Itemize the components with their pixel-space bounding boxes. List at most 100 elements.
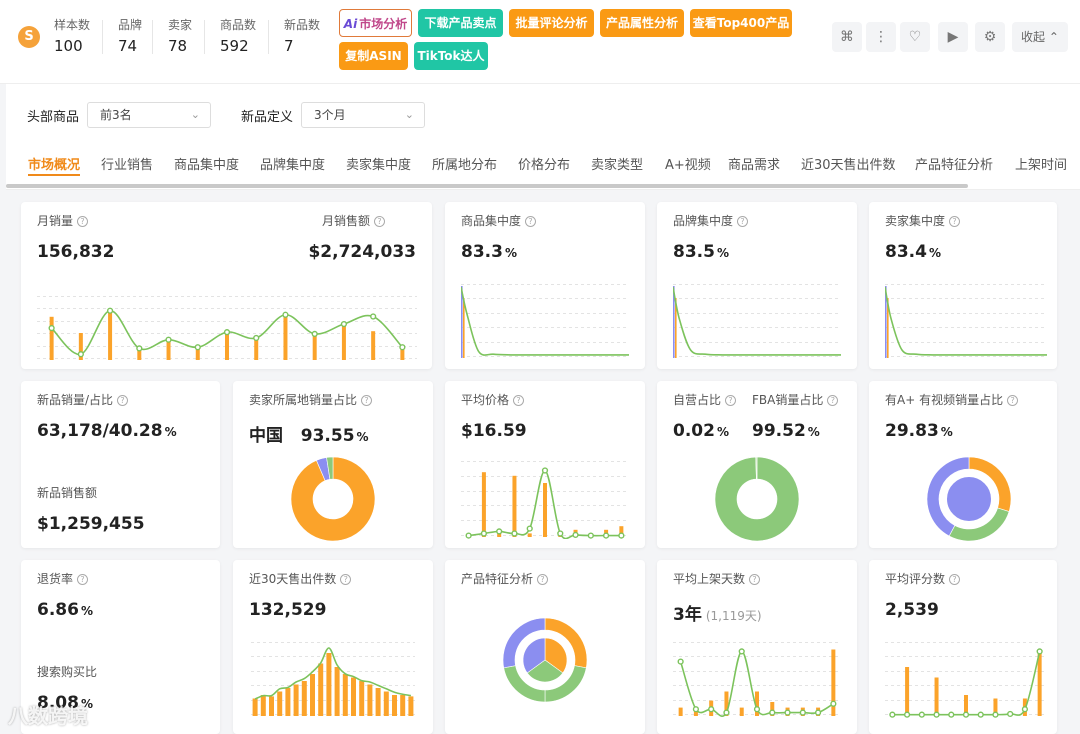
tab-seller-concentration[interactable]: 卖家集中度 bbox=[346, 154, 411, 173]
tab-bar: 市场概况 行业销售 商品集中度 品牌集中度 卖家集中度 所属地分布 价格分布 卖… bbox=[6, 144, 1080, 190]
download-selling-points-button[interactable]: 下载产品卖点 bbox=[418, 9, 503, 37]
tab-region-distribution[interactable]: 所属地分布 bbox=[432, 154, 497, 173]
chart-point bbox=[253, 334, 260, 342]
chart-point bbox=[1036, 648, 1043, 655]
chart-bar bbox=[326, 653, 332, 716]
chart-point bbox=[587, 532, 594, 539]
card-value: 83.5% bbox=[673, 242, 729, 262]
button-label: 市场分析 bbox=[359, 17, 408, 31]
card-title: 平均评分数? bbox=[885, 570, 961, 587]
tab-aplus-video[interactable]: A+视频 bbox=[665, 154, 711, 173]
chart-point bbox=[618, 532, 625, 539]
tab-listing-time[interactable]: 上架时间 bbox=[1015, 154, 1067, 173]
card-value: 83.3% bbox=[461, 242, 517, 262]
chart-point bbox=[526, 525, 533, 532]
ai-market-analysis-button[interactable]: Ai 市场分析 bbox=[339, 9, 412, 37]
tab-product-features[interactable]: 产品特征分析 bbox=[915, 154, 993, 173]
chart-point bbox=[465, 532, 472, 539]
new-product-def-select[interactable]: 3个月 ⌄ bbox=[301, 102, 425, 128]
tab-seller-type[interactable]: 卖家类型 bbox=[591, 154, 643, 173]
tab-product-concentration[interactable]: 商品集中度 bbox=[174, 154, 239, 173]
top-products-select[interactable]: 前3名 ⌄ bbox=[87, 102, 211, 128]
chart-point bbox=[933, 711, 940, 718]
card-title: 近30天售出件数? bbox=[249, 570, 352, 587]
chart-point bbox=[557, 530, 564, 537]
settings-icon[interactable]: ⚙ bbox=[975, 22, 1005, 52]
chart-bar bbox=[260, 695, 266, 716]
stat-value: 7 bbox=[284, 37, 294, 55]
chart-point bbox=[282, 311, 289, 318]
chart-bar bbox=[371, 331, 376, 360]
copy-asin-button[interactable]: 复制ASIN bbox=[339, 42, 408, 70]
card-title: 卖家所属地销量占比? bbox=[249, 391, 373, 408]
stat-value: 78 bbox=[168, 37, 188, 55]
product-attribute-analysis-button[interactable]: 产品属性分析 bbox=[600, 9, 684, 37]
chart-point bbox=[311, 330, 318, 338]
chart-point bbox=[753, 706, 761, 713]
chart-bar bbox=[367, 684, 373, 716]
new-product-def-label: 新品定义 bbox=[241, 110, 294, 125]
tab-product-demand[interactable]: 商品需求 bbox=[728, 154, 780, 173]
chart-point bbox=[992, 711, 999, 718]
card-value: 中国 93.55% bbox=[249, 426, 369, 446]
help-icon: ? bbox=[361, 395, 373, 406]
view-top400-button[interactable]: 查看Top400产品 bbox=[690, 9, 792, 37]
chart-point bbox=[106, 307, 114, 314]
card-value: 132,529 bbox=[249, 600, 327, 620]
stat-new-products: 新品数 7 bbox=[284, 16, 320, 55]
chart-point bbox=[784, 709, 791, 716]
collapse-label: 收起 bbox=[1021, 30, 1046, 44]
help-icon: ? bbox=[749, 574, 761, 585]
help-icon: ? bbox=[537, 574, 549, 585]
help-icon: ? bbox=[827, 395, 839, 406]
tab-market-overview[interactable]: 市场概况 bbox=[28, 154, 80, 173]
chart-bar bbox=[252, 698, 258, 716]
help-icon: ? bbox=[117, 395, 129, 406]
chart-line bbox=[254, 647, 412, 700]
stat-label: 品牌 bbox=[118, 18, 143, 32]
chart-point bbox=[799, 709, 806, 716]
stat-value: 74 bbox=[118, 37, 138, 55]
tiktok-influencer-button[interactable]: TikTok达人 bbox=[414, 42, 488, 70]
chart-point bbox=[1007, 710, 1014, 718]
chart-point bbox=[677, 658, 684, 665]
batch-review-analysis-button[interactable]: 批量评论分析 bbox=[509, 9, 594, 37]
heart-icon[interactable]: ♡ bbox=[900, 22, 930, 52]
tab-scrollbar[interactable] bbox=[6, 184, 968, 188]
logo-icon: S bbox=[18, 26, 40, 48]
chart-bar bbox=[383, 691, 389, 716]
chevron-up-icon: ⌃ bbox=[1048, 30, 1059, 44]
card-value: 83.4% bbox=[885, 242, 941, 262]
grid-icon[interactable]: ⌘ bbox=[832, 22, 862, 52]
tab-brand-concentration[interactable]: 品牌集中度 bbox=[260, 154, 325, 173]
play-icon[interactable]: ▶ bbox=[938, 22, 968, 52]
chart-point bbox=[962, 711, 970, 718]
monthly-sales-chart bbox=[37, 296, 417, 360]
chart-point bbox=[830, 700, 837, 707]
card-value: 156,832 bbox=[37, 242, 115, 262]
tab-sold-30d[interactable]: 近30天售出件数 bbox=[801, 154, 896, 173]
divider bbox=[102, 20, 103, 54]
card-value: 29.83% bbox=[885, 421, 953, 441]
avg-listing-days-chart bbox=[673, 642, 841, 718]
tab-industry-sales[interactable]: 行业销售 bbox=[101, 154, 153, 173]
card-avg-price: 平均价格? $16.59 bbox=[445, 381, 645, 548]
chart-point bbox=[814, 709, 822, 716]
chart-bar bbox=[351, 677, 356, 716]
chart-point bbox=[496, 528, 503, 535]
card-title: 卖家集中度? bbox=[885, 212, 961, 229]
stat-label: 新品数 bbox=[284, 18, 321, 32]
help-icon: ? bbox=[77, 216, 89, 227]
chart-bar bbox=[463, 298, 465, 358]
collapse-button[interactable]: 收起 ⌃ bbox=[1012, 22, 1068, 52]
card-value: $16.59 bbox=[461, 421, 527, 441]
card-title: 搜索购买比 bbox=[37, 665, 98, 679]
more-icon[interactable]: ⋮ bbox=[866, 22, 896, 52]
card-product-concentration: 商品集中度? 83.3% bbox=[445, 202, 645, 369]
tab-price-distribution[interactable]: 价格分布 bbox=[518, 154, 570, 173]
stat-samples: 样本数 100 bbox=[54, 16, 90, 55]
chart-bar bbox=[277, 691, 283, 716]
card-brand-concentration: 品牌集中度? 83.5% bbox=[657, 202, 857, 369]
card-value: $2,724,033 bbox=[308, 242, 416, 262]
card-new-product-sales: 新品销量/占比? 63,178/40.28% 新品销售额 $1,259,455 bbox=[21, 381, 220, 548]
